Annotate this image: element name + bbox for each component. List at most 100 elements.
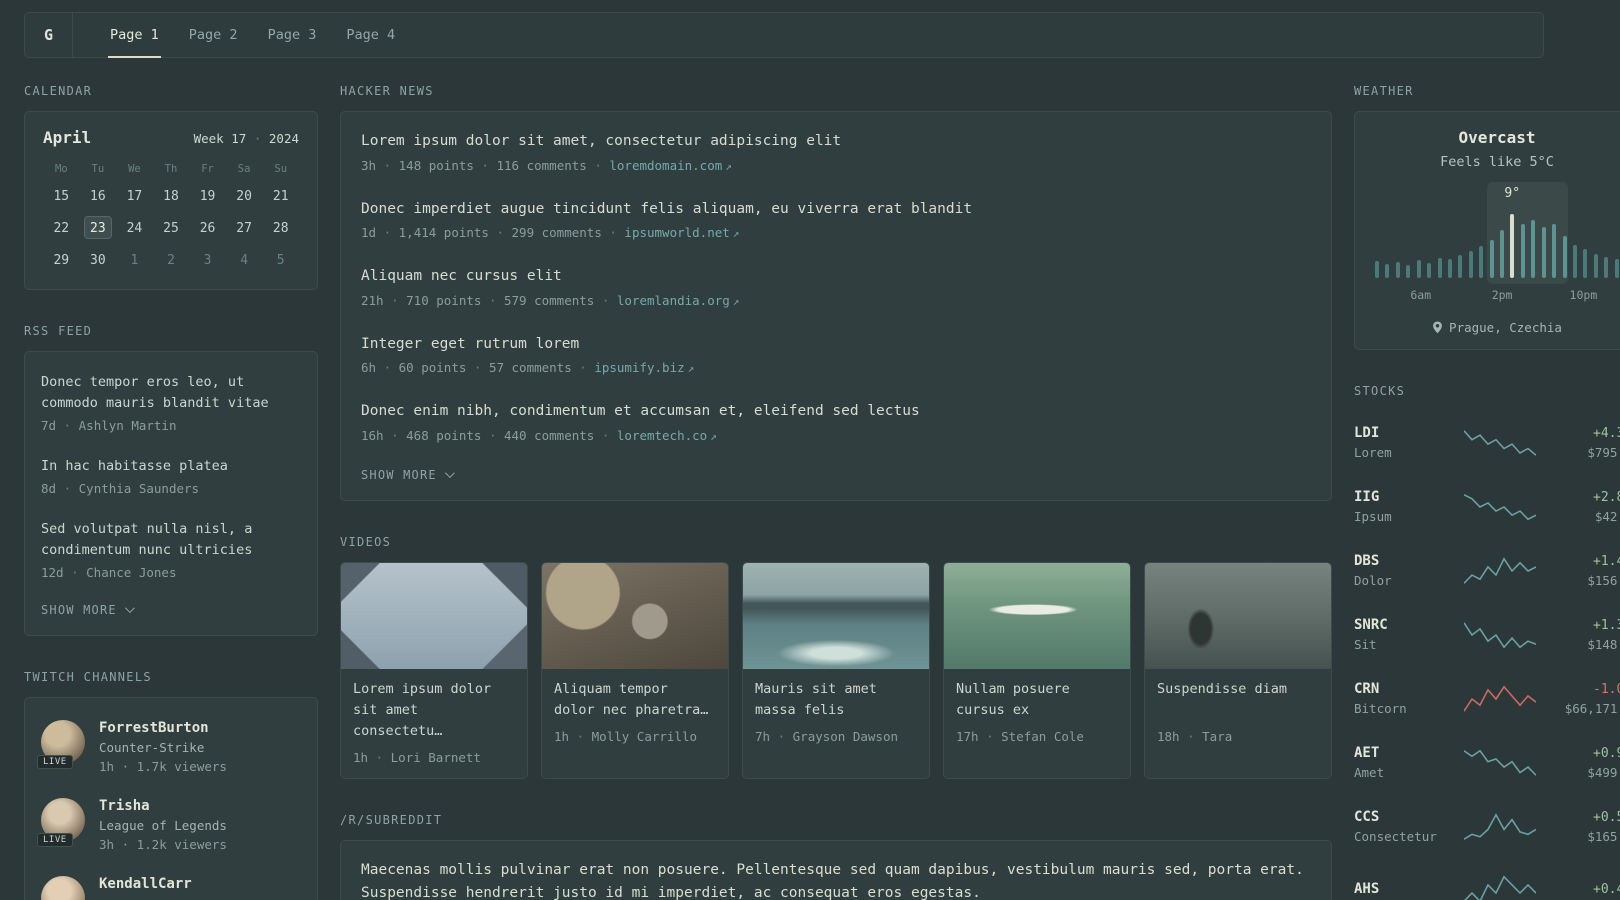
- weather-location[interactable]: Prague, Czechia: [1371, 320, 1620, 335]
- app-logo[interactable]: G: [25, 13, 73, 57]
- calendar-day-header: Tu: [91, 163, 105, 175]
- stock-price: $66,171.48: [1564, 700, 1620, 716]
- meta-part: 710 points: [406, 292, 482, 308]
- calendar-day: 1: [130, 253, 139, 268]
- video-title: Aliquam tempor dolor nec pharetra…: [554, 680, 709, 718]
- subreddit-widget: /R/SUBREDDIT Maecenas mollis pulvinar er…: [340, 813, 1332, 900]
- meta-part: 6h: [361, 360, 377, 376]
- calendar-day-header: Fr: [201, 163, 214, 175]
- twitch-channel[interactable]: LIVE Trisha League of Legends 3h · 1.2k vie…: [37, 786, 301, 864]
- video-card[interactable]: Aliquam tempor dolor nec pharetra… 1h · M…: [541, 561, 729, 779]
- meta-part: Ashlyn Martin: [78, 417, 177, 433]
- chevron-down-icon: [444, 468, 455, 479]
- rss-item-title: In hac habitasse platea: [41, 457, 228, 474]
- separator-dot: ·: [253, 131, 262, 146]
- calendar-day: 19: [199, 189, 216, 204]
- avatar: LIVE: [37, 797, 85, 847]
- stock-row[interactable]: LDI Lorem +4.35% $795.18: [1354, 411, 1620, 475]
- tab-page-2[interactable]: Page 2: [174, 13, 253, 57]
- rss-show-more-label: SHOW MORE: [41, 602, 117, 617]
- stock-sparkline: [1464, 555, 1536, 587]
- weather-chart: 9°: [1375, 182, 1619, 284]
- hackernews-card: Lorem ipsum dolor sit amet, consectetur …: [340, 111, 1332, 501]
- separator-dot: ·: [488, 225, 512, 241]
- rss-show-more-button[interactable]: SHOW MORE: [41, 591, 301, 633]
- hackernews-item[interactable]: Aliquam nec cursus elit 21h · 710 points …: [361, 253, 1311, 321]
- video-card[interactable]: Mauris sit amet massa felis 7h · Grayson …: [742, 561, 930, 779]
- stock-row[interactable]: CCS Consectetur +0.51% $165.84: [1354, 795, 1620, 859]
- videos-section-title: VIDEOS: [340, 534, 392, 549]
- stock-name: Sit: [1354, 637, 1377, 652]
- item-domain-link[interactable]: ipsumworld.net ↗: [624, 225, 739, 240]
- stock-values: +0.92% $499.72: [1546, 746, 1620, 780]
- stock-row[interactable]: DBS Dolor +1.42% $156.28: [1354, 539, 1620, 603]
- video-card[interactable]: Suspendisse diam 18h · Tara: [1144, 561, 1332, 779]
- weather-bar: [1458, 254, 1463, 278]
- external-link-icon: ↗: [732, 227, 740, 241]
- stock-symbol: AET: [1354, 745, 1380, 761]
- item-domain-link[interactable]: loremdomain.com ↗: [609, 158, 732, 173]
- tab-page-3[interactable]: Page 3: [253, 13, 332, 57]
- separator-dot: ·: [569, 728, 592, 744]
- stock-identity: CRN Bitcorn: [1354, 681, 1454, 716]
- item-meta: 6h · 60 points · 57 comments · ipsumify.…: [361, 360, 1311, 375]
- hackernews-item[interactable]: Integer eget rutrum lorem 6h · 60 points …: [361, 321, 1311, 389]
- calendar-day: 3: [203, 253, 212, 268]
- video-thumbnail: [542, 562, 728, 669]
- rss-section-title: RSS FEED: [24, 324, 93, 338]
- rss-item[interactable]: Donec tempor eros leo, ut commodo mauris…: [41, 360, 301, 444]
- avatar: LIVE: [37, 719, 85, 769]
- meta-part: 60 points: [398, 360, 467, 376]
- weather-section-title: WEATHER: [1354, 84, 1414, 98]
- stock-values: -1.00% $66,171.48: [1546, 682, 1620, 716]
- post-title[interactable]: Maecenas mollis pulvinar erat non posuer…: [361, 859, 1311, 900]
- stock-values: +4.35% $795.18: [1546, 426, 1620, 460]
- rss-item[interactable]: In hac habitasse platea 8d · Cynthia Saun…: [41, 444, 301, 507]
- twitch-channel[interactable]: LIVE ForrestBurton Counter-Strike 1h · 1.7k…: [37, 708, 301, 786]
- item-domain-link[interactable]: loremlandia.org ↗: [617, 293, 740, 308]
- stock-change: -1.00%: [1593, 681, 1620, 697]
- avatar: LIVE: [41, 875, 85, 900]
- separator-dot: ·: [481, 427, 504, 443]
- channel-meta: 3h · 1.2k viewers: [99, 836, 227, 852]
- rss-item[interactable]: Sed volutpat nulla nisl, a condimentum n…: [41, 507, 301, 591]
- tab-page-4[interactable]: Page 4: [331, 13, 410, 57]
- hackernews-show-more-button[interactable]: SHOW MORE: [361, 456, 1311, 498]
- video-card[interactable]: Nullam posuere cursus ex 17h · Stefan Col…: [943, 561, 1131, 779]
- tab-page-1[interactable]: Page 1: [95, 13, 174, 58]
- channel-game: Counter-Strike: [99, 739, 205, 755]
- video-card[interactable]: Lorem ipsum dolor sit amet consectetu… 1h…: [340, 561, 528, 779]
- calendar-week: Week 17 · 2024: [194, 131, 299, 146]
- item-domain-link[interactable]: ipsumify.biz ↗: [594, 360, 694, 375]
- item-meta: 1h · Molly Carrillo: [554, 729, 716, 744]
- weather-bar: [1520, 223, 1525, 278]
- stock-row[interactable]: IIG Ipsum +2.84% $42.04: [1354, 475, 1620, 539]
- twitch-channel[interactable]: LIVE KendallCarr: [41, 864, 301, 900]
- meta-part: 440 comments: [504, 427, 595, 443]
- stock-price: $165.84: [1587, 828, 1620, 844]
- stock-row[interactable]: AHS +0.46%: [1354, 859, 1620, 900]
- weather-location-label: Prague, Czechia: [1449, 320, 1562, 335]
- meta-part: 57 comments: [488, 360, 572, 376]
- meta-part: 468 points: [406, 427, 482, 443]
- twitch-card: LIVE ForrestBurton Counter-Strike 1h · 1.7k…: [24, 696, 318, 900]
- stock-row[interactable]: SNRC Sit +1.36% $148.64: [1354, 603, 1620, 667]
- stock-row[interactable]: CRN Bitcorn -1.00% $66,171.48: [1354, 667, 1620, 731]
- stock-change: +1.42%: [1593, 553, 1620, 569]
- channel-info: ForrestBurton Counter-Strike 1h · 1.7k vie…: [99, 720, 227, 774]
- dashboard-page: G Page 1 Page 2 Page 3 Page 4 CALENDAR Apri…: [0, 0, 1620, 900]
- hackernews-item[interactable]: Lorem ipsum dolor sit amet, consectetur …: [361, 118, 1311, 186]
- item-domain-link[interactable]: loremtech.co ↗: [617, 428, 717, 443]
- calendar-day: 5: [276, 253, 285, 268]
- video-title: Suspendisse diam: [1157, 680, 1288, 697]
- hackernews-item[interactable]: Donec enim nibh, condimentum et accumsan…: [361, 388, 1311, 456]
- weather-bar: [1593, 253, 1598, 278]
- stock-price: $42.04: [1594, 508, 1620, 524]
- hackernews-item[interactable]: Donec imperdiet augue tincidunt felis al…: [361, 186, 1311, 254]
- left-column: CALENDAR April Week 17 · 2024 Mo Tu We Th Fr…: [24, 84, 318, 900]
- meta-part: 1,414 points: [398, 225, 489, 241]
- stock-row[interactable]: AET Amet +0.92% $499.72: [1354, 731, 1620, 795]
- meta-part: Grayson Dawson: [792, 728, 898, 744]
- meta-part: 579 comments: [504, 292, 595, 308]
- video-info: Aliquam tempor dolor nec pharetra… 1h · M…: [542, 669, 728, 757]
